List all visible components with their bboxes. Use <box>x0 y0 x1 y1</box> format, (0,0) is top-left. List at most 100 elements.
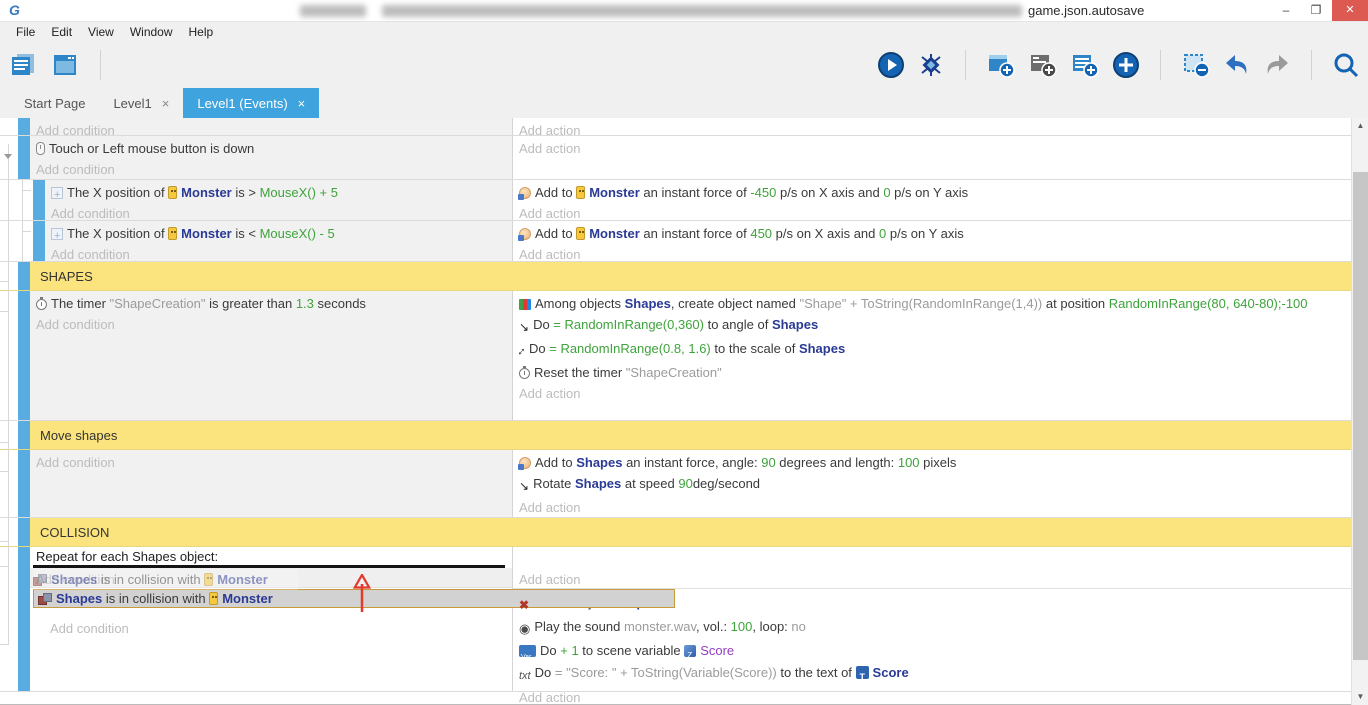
action-line[interactable]: Add to Monster an instant force of 450 p… <box>519 223 1347 244</box>
add-action-link[interactable]: Add action <box>519 138 1347 159</box>
section-header-row: Move shapes <box>0 421 1351 450</box>
text-segment: = RandomInRange(0.8, 1.6) <box>549 341 711 356</box>
add-condition-link[interactable]: Add condition <box>36 314 508 335</box>
actions-cell[interactable]: Add action <box>513 118 1351 135</box>
conditions-cell[interactable]: Add condition <box>30 450 513 517</box>
tab-close-icon[interactable]: × <box>298 96 306 111</box>
undo-icon[interactable] <box>1223 51 1251 79</box>
text-segment: Do <box>529 341 549 356</box>
minimize-button[interactable]: – <box>1272 0 1300 21</box>
action-line[interactable]: Reset the timer "ShapeCreation" <box>519 362 1347 383</box>
add-action-link[interactable]: Add action <box>519 497 1347 518</box>
condition-line[interactable]: Touch or Left mouse button is down <box>36 138 508 159</box>
conditions-cell[interactable]: The X position of Monster is > MouseX() … <box>45 180 513 220</box>
scroll-up-icon[interactable]: ▲ <box>1352 118 1368 134</box>
text-segment: Play the sound <box>534 619 624 634</box>
actions-cell[interactable]: Among objects Shapes, create object name… <box>513 291 1351 420</box>
menu-bar: File Edit View Window Help <box>0 22 1368 42</box>
add-comment-icon[interactable] <box>1070 51 1100 79</box>
debug-icon[interactable] <box>917 51 945 79</box>
add-condition-link[interactable]: Add condition <box>36 452 508 473</box>
menu-edit[interactable]: Edit <box>43 23 80 41</box>
group-header-label: COLLISION <box>40 525 109 540</box>
add-condition-link[interactable]: Add condition <box>30 619 512 639</box>
text-segment: pixels <box>920 455 957 470</box>
tab-level1-events-[interactable]: Level1 (Events) × <box>183 88 319 118</box>
action-line[interactable]: Rotate Shapes at speed 90deg/second <box>519 473 1347 497</box>
group-header[interactable]: SHAPES <box>30 262 1351 290</box>
add-subevent-icon[interactable] <box>1028 51 1058 79</box>
condition-line[interactable]: The timer "ShapeCreation" is greater tha… <box>36 293 508 314</box>
scene-variable-icon <box>684 645 696 657</box>
scroll-down-icon[interactable]: ▼ <box>1352 689 1368 705</box>
condition-line[interactable]: The X position of Monster is < MouseX() … <box>51 223 508 244</box>
tree-rail-cell <box>0 136 18 179</box>
close-button[interactable]: ✕ <box>1332 0 1368 21</box>
action-line[interactable]: Play the sound monster.wav, vol.: 100, l… <box>519 616 1351 640</box>
actions-cell[interactable]: Add action <box>513 136 1351 179</box>
maximize-button[interactable]: ❐ <box>1302 0 1330 21</box>
repeat-title[interactable]: Repeat for each Shapes object: <box>30 547 512 565</box>
scene-window-icon[interactable] <box>50 51 80 79</box>
text-segment: Shapes <box>772 317 818 332</box>
group-header[interactable]: COLLISION <box>30 518 1351 546</box>
scrollbar-thumb[interactable] <box>1353 172 1368 660</box>
tab-bar: Start PageLevel1× Level1 (Events) × <box>0 88 1368 118</box>
force-icon <box>519 187 531 199</box>
project-manager-icon[interactable] <box>8 51 38 79</box>
actions-cell[interactable]: Add to Shapes an instant force, angle: 9… <box>513 450 1351 517</box>
tab-level1[interactable]: Level1× <box>99 88 183 118</box>
action-line[interactable]: Do = "Score: " + ToString(Variable(Score… <box>519 662 1351 687</box>
tab-start-page[interactable]: Start Page <box>10 88 99 118</box>
actions-cell[interactable]: Add to Monster an instant force of -450 … <box>513 180 1351 220</box>
add-event-icon[interactable] <box>986 51 1016 79</box>
event-bar <box>33 221 45 261</box>
condition-line[interactable]: The X position of Monster is > MouseX() … <box>51 182 508 203</box>
action-line[interactable]: Among objects Shapes, create object name… <box>519 293 1347 314</box>
action-line[interactable]: Do = RandomInRange(0.8, 1.6) to the scal… <box>519 338 1347 362</box>
repeat-event-cell[interactable]: Repeat for each Shapes object: Add condit… <box>30 547 513 691</box>
vertical-scrollbar[interactable]: ▲ ▼ <box>1351 118 1368 705</box>
action-line[interactable]: Do = RandomInRange(0,360) to angle of Sh… <box>519 314 1347 338</box>
drag-ghost-row[interactable]: Add conditionShapes is in collision with… <box>30 568 512 588</box>
conditions-cell[interactable]: The timer "ShapeCreation" is greater tha… <box>30 291 513 420</box>
text-segment: is > <box>232 185 260 200</box>
tree-rail-cell <box>0 291 18 420</box>
add-action-link[interactable]: Add action <box>519 687 1351 705</box>
event-bar <box>18 421 30 449</box>
text-segment: = RandomInRange(0,360) <box>553 317 704 332</box>
conditions-cell[interactable]: The X position of Monster is < MouseX() … <box>45 221 513 261</box>
deselect-icon[interactable] <box>1181 51 1211 79</box>
text-segment: "ShapeCreation" <box>626 365 722 380</box>
conditions-cell[interactable]: Add condition <box>30 118 513 135</box>
tree-rail-cell <box>0 118 18 135</box>
action-line[interactable]: Add to Monster an instant force of -450 … <box>519 182 1347 203</box>
tab-label: Level1 (Events) <box>197 96 287 111</box>
group-header-label: SHAPES <box>40 269 93 284</box>
sub-event-indent <box>18 180 33 220</box>
text-segment: Add to <box>535 455 576 470</box>
redo-icon[interactable] <box>1263 51 1291 79</box>
action-line[interactable]: Do + 1 to scene variable Score <box>519 640 1351 662</box>
action-line[interactable]: Add to Shapes an instant force, angle: 9… <box>519 452 1347 473</box>
search-icon[interactable] <box>1332 51 1360 79</box>
menu-file[interactable]: File <box>8 23 43 41</box>
actions-cell[interactable]: Add to Monster an instant force of 450 p… <box>513 221 1351 261</box>
menu-help[interactable]: Help <box>181 23 222 41</box>
add-action-link[interactable]: Add action <box>513 547 1351 589</box>
text-segment: Shapes <box>625 296 671 311</box>
group-header[interactable]: Move shapes <box>30 421 1351 449</box>
tree-rail-cell <box>0 421 18 449</box>
add-circle-icon[interactable] <box>1112 51 1140 79</box>
add-condition-link[interactable]: Add condition <box>36 159 508 180</box>
monster-icon <box>168 227 177 240</box>
add-action-link[interactable]: Add action <box>519 383 1347 404</box>
menu-view[interactable]: View <box>80 23 122 41</box>
tab-close-icon[interactable]: × <box>162 96 170 111</box>
conditions-cell[interactable]: Touch or Left mouse button is downAdd co… <box>30 136 513 179</box>
play-icon[interactable] <box>877 51 905 79</box>
event-bar <box>18 262 30 290</box>
actions-cell[interactable]: Add actionDelete object ShapesPlay the s… <box>513 547 1351 691</box>
text-segment: seconds <box>314 296 366 311</box>
menu-window[interactable]: Window <box>122 23 181 41</box>
